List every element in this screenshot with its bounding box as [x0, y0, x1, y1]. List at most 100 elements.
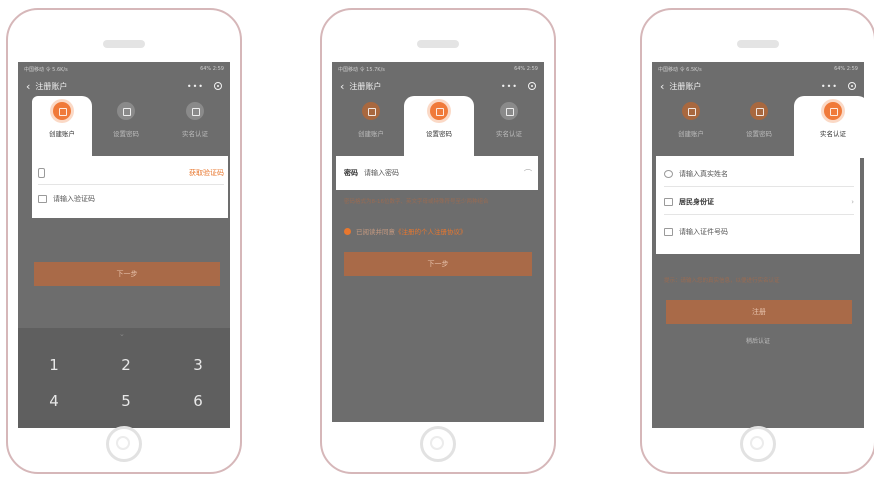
status-bar: 中国移动 令 6.5K/s 64% 2:59 — [652, 62, 864, 76]
phone-field[interactable]: 获取验证码 — [38, 162, 224, 185]
id-number-input[interactable]: 请输入证件号码 — [679, 227, 728, 237]
next-button[interactable]: 下一步 — [34, 262, 220, 286]
chevron-down-icon[interactable]: ⌄ — [119, 330, 125, 338]
page-title: 注册账户 — [35, 81, 68, 91]
home-button-icon[interactable] — [740, 426, 776, 462]
id-type-value: 居民身份证 — [679, 198, 714, 206]
lock-icon — [750, 102, 768, 120]
home-button-icon[interactable] — [106, 426, 142, 462]
step-verify: 实名认证 — [484, 102, 534, 138]
step-label: 创建账户 — [49, 130, 75, 138]
password-label: 密码 — [344, 169, 358, 177]
nav-bar: ‹ 注册账户 ••• — [652, 76, 864, 96]
step-label: 创建账户 — [678, 130, 704, 138]
status-bar: 中国移动 令 5.6K/s 64% 2:59 — [18, 62, 230, 76]
user-icon — [362, 102, 380, 120]
user-icon — [682, 102, 700, 120]
status-left: 中国移动 令 15.7K/s — [338, 66, 385, 73]
step-indicator: 创建账户 设置密码 实名认证 — [18, 96, 230, 158]
step-verify: 实名认证 — [808, 102, 858, 138]
step-set-password: 设置密码 — [101, 102, 151, 138]
agreement-link[interactable]: 《注册的个人注册协议》 — [395, 226, 467, 236]
page-title: 注册账户 — [349, 81, 382, 91]
id-type-select[interactable]: 居民身份证 › — [664, 190, 854, 215]
speaker-grille — [417, 40, 459, 48]
status-left: 中国移动 令 5.6K/s — [24, 66, 68, 73]
eye-icon[interactable]: ⌒ — [524, 168, 532, 179]
shield-icon — [38, 195, 47, 203]
user-icon — [53, 102, 71, 120]
person-icon — [664, 170, 673, 178]
back-icon[interactable]: ‹ — [660, 80, 664, 93]
verify-hint: 提示：请输入您的真实信息，以便进行实名认证 — [664, 278, 780, 284]
step-create-account: 创建账户 — [666, 102, 716, 138]
code-field[interactable]: 请输入验证码 — [38, 188, 224, 210]
key-1[interactable]: 1 — [18, 356, 90, 374]
status-bar: 中国移动 令 15.7K/s 64% 2:59 — [332, 62, 544, 76]
register-button[interactable]: 注册 — [666, 300, 852, 324]
id-number-field[interactable]: 请输入证件号码 — [664, 220, 854, 244]
skip-link[interactable]: 稍后认证 — [652, 336, 864, 345]
id-card-icon — [186, 102, 204, 120]
step-label: 实名认证 — [182, 130, 208, 138]
get-code-button[interactable]: 获取验证码 — [189, 168, 224, 178]
phone-frame-2: 中国移动 令 15.7K/s 64% 2:59 ‹ 注册账户 ••• 创建账户 … — [320, 8, 556, 474]
name-input[interactable]: 请输入真实姓名 — [679, 169, 728, 179]
key-6[interactable]: 6 — [162, 392, 230, 410]
step-indicator: 创建账户 设置密码 实名认证 — [332, 96, 544, 158]
phone-screen-2: 中国移动 令 15.7K/s 64% 2:59 ‹ 注册账户 ••• 创建账户 … — [332, 62, 544, 422]
record-icon[interactable] — [214, 82, 222, 90]
step-set-password: 设置密码 — [414, 102, 464, 138]
key-3[interactable]: 3 — [162, 356, 230, 374]
password-input[interactable]: 请输入密码 — [364, 168, 524, 178]
nav-bar: ‹ 注册账户 ••• — [18, 76, 230, 96]
password-field[interactable]: 密码 请输入密码 ⌒ — [344, 162, 532, 184]
step-create-account: 创建账户 — [346, 102, 396, 138]
phone-frame-3: 中国移动 令 6.5K/s 64% 2:59 ‹ 注册账户 ••• 创建账户 设… — [640, 8, 874, 474]
nav-bar: ‹ 注册账户 ••• — [332, 76, 544, 96]
back-icon[interactable]: ‹ — [340, 80, 344, 93]
more-icon[interactable]: ••• — [821, 82, 838, 91]
name-field[interactable]: 请输入真实姓名 — [664, 162, 854, 187]
step-label: 设置密码 — [746, 130, 772, 138]
phone-frame-1: 中国移动 令 5.6K/s 64% 2:59 ‹ 注册账户 ••• 创建账户 设… — [6, 8, 242, 474]
code-input[interactable]: 请输入验证码 — [53, 194, 95, 204]
next-button[interactable]: 下一步 — [344, 252, 532, 276]
id-card-icon — [664, 198, 673, 206]
step-set-password: 设置密码 — [734, 102, 784, 138]
more-icon[interactable]: ••• — [187, 82, 204, 91]
back-icon[interactable]: ‹ — [26, 80, 30, 93]
step-label: 设置密码 — [426, 130, 452, 138]
step-indicator: 创建账户 设置密码 实名认证 — [652, 96, 864, 158]
checkbox-icon[interactable] — [344, 227, 351, 235]
speaker-grille — [737, 40, 779, 48]
agreement-row[interactable]: 已阅读并同意 《注册的个人注册协议》 — [344, 226, 467, 236]
password-hint: 密码格式为8-16位数字、英文字母或特殊符号至少两种组合 — [344, 199, 489, 205]
id-card-icon — [664, 228, 673, 236]
step-label: 创建账户 — [358, 130, 384, 138]
id-card-icon — [824, 102, 842, 120]
step-verify: 实名认证 — [170, 102, 220, 138]
page-title: 注册账户 — [669, 81, 702, 91]
key-2[interactable]: 2 — [90, 356, 162, 374]
speaker-grille — [103, 40, 145, 48]
status-right: 64% 2:59 — [200, 66, 224, 72]
status-left: 中国移动 令 6.5K/s — [658, 66, 702, 73]
home-button-icon[interactable] — [420, 426, 456, 462]
record-icon[interactable] — [848, 82, 856, 90]
key-5[interactable]: 5 — [90, 392, 162, 410]
step-label: 实名认证 — [496, 130, 522, 138]
status-right: 64% 2:59 — [834, 66, 858, 72]
status-right: 64% 2:59 — [514, 66, 538, 72]
record-icon[interactable] — [528, 82, 536, 90]
lock-icon — [430, 102, 448, 120]
more-icon[interactable]: ••• — [501, 82, 518, 91]
step-label: 设置密码 — [113, 130, 139, 138]
phone-screen-3: 中国移动 令 6.5K/s 64% 2:59 ‹ 注册账户 ••• 创建账户 设… — [652, 62, 864, 428]
lock-icon — [117, 102, 135, 120]
key-4[interactable]: 4 — [18, 392, 90, 410]
numeric-keypad: ⌄ 1 2 3 4 5 6 — [18, 328, 230, 428]
id-card-icon — [500, 102, 518, 120]
phone-icon — [38, 168, 45, 178]
chevron-right-icon: › — [851, 198, 854, 206]
